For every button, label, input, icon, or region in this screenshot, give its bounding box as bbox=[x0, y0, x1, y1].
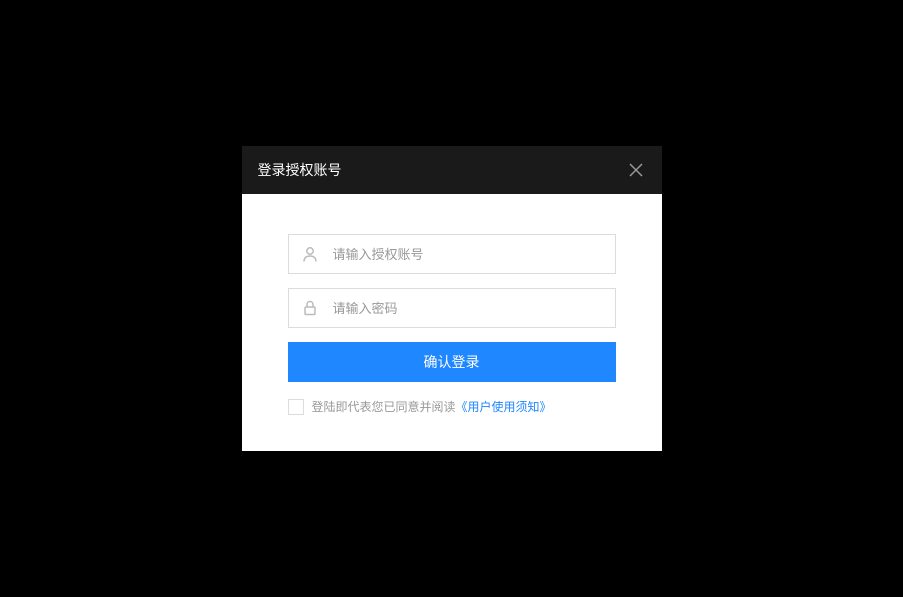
close-icon bbox=[629, 163, 643, 177]
password-group bbox=[288, 288, 616, 328]
dialog-header: 登录授权账号 bbox=[242, 146, 662, 194]
agreement-row: 登陆即代表您已同意并阅读 《用户使用须知》 bbox=[288, 398, 616, 415]
agreement-checkbox[interactable] bbox=[288, 399, 304, 415]
dialog-title: 登录授权账号 bbox=[258, 160, 342, 180]
close-button[interactable] bbox=[626, 160, 646, 180]
submit-button[interactable]: 确认登录 bbox=[288, 342, 616, 382]
username-group bbox=[288, 234, 616, 274]
login-dialog: 登录授权账号 bbox=[242, 146, 662, 451]
agreement-text: 登陆即代表您已同意并阅读 bbox=[312, 398, 456, 415]
lock-icon bbox=[300, 298, 320, 318]
username-input[interactable] bbox=[288, 234, 616, 274]
password-input[interactable] bbox=[288, 288, 616, 328]
dialog-body: 确认登录 登陆即代表您已同意并阅读 《用户使用须知》 bbox=[242, 194, 662, 451]
agreement-link[interactable]: 《用户使用须知》 bbox=[456, 398, 552, 415]
user-icon bbox=[300, 244, 320, 264]
